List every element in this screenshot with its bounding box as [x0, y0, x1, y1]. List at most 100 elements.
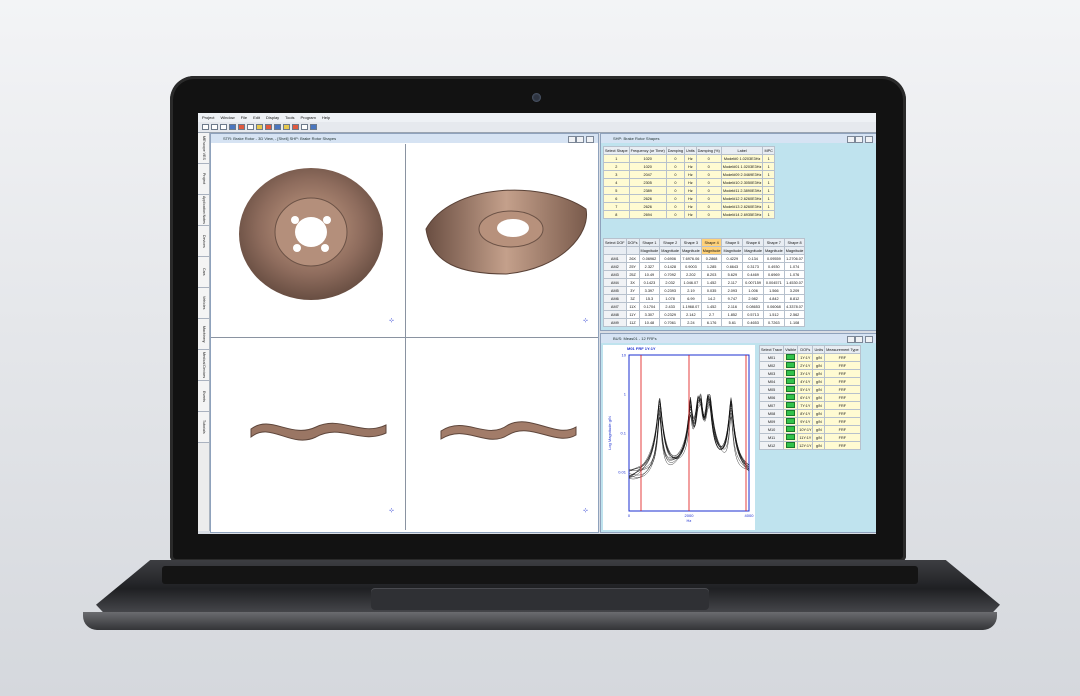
table-cell[interactable]: AM4	[603, 278, 627, 287]
column-header[interactable]: Label	[720, 146, 764, 155]
table-cell[interactable]	[783, 409, 799, 418]
table-cell[interactable]: AM1	[603, 254, 627, 263]
table-cell[interactable]	[783, 401, 799, 410]
vertical-tab[interactable]: Events	[198, 381, 209, 412]
table-row[interactable]: AM7 11X 0.1704 2.433 1.1968.07 1.452 2.116 0.08…	[603, 302, 806, 311]
visible-toggle[interactable]	[786, 442, 796, 448]
print-icon[interactable]	[229, 124, 236, 130]
table-row[interactable]: M07 7Y:1Y g/N FRF	[758, 401, 861, 410]
visible-toggle[interactable]	[786, 362, 796, 368]
column-header[interactable]: Shape 7	[762, 238, 785, 247]
vertical-tab[interactable]: ME'scope VES	[198, 133, 209, 164]
column-header[interactable]: Select DOF	[603, 238, 627, 247]
maximize-icon[interactable]	[576, 136, 584, 143]
select-shape-cell[interactable]: 7	[603, 202, 630, 211]
close-icon[interactable]	[865, 136, 873, 143]
column-header[interactable]: Units	[683, 146, 697, 155]
table-row[interactable]: 8 2694 0 Hz 0 Model#14 2.6935E3Hz 1	[603, 210, 775, 219]
table-row[interactable]: AM9 11Z 10.48 0.7061 2.24 6.176 5.61 0.4653 0.72…	[603, 318, 806, 327]
column-header[interactable]: Shape 4	[700, 238, 723, 247]
table-cell[interactable]: AM6	[603, 294, 627, 303]
view3d-canvas[interactable]: ⊹ ⊹ ⊹ ⊹	[211, 144, 598, 530]
column-header[interactable]: Shape 3	[680, 238, 702, 247]
table-row[interactable]: AM4 3X 0.1423 2.032 1.046.07 1.452 2.117 0.0071…	[603, 278, 806, 287]
table-row[interactable]: AM5 3Y 3.397 0.2393 2.19 0.035 2.093 1.006 1.566…	[603, 286, 806, 295]
vertical-tab[interactable]: Devices	[198, 226, 209, 257]
table-cell[interactable]	[783, 385, 799, 394]
select-shape-cell[interactable]: 8	[603, 210, 630, 219]
minimize-icon[interactable]	[847, 136, 855, 143]
table-row[interactable]: M01 1Y:1Y g/N FRF	[758, 353, 861, 362]
visible-toggle[interactable]	[786, 418, 796, 424]
minimize-icon[interactable]	[847, 336, 855, 343]
column-header[interactable]: Units	[812, 345, 826, 354]
table-cell[interactable]	[783, 369, 799, 378]
column-header[interactable]: Measurement Type	[824, 345, 861, 354]
visible-toggle[interactable]	[786, 426, 796, 432]
select-shape-cell[interactable]: 3	[603, 170, 630, 179]
table-cell[interactable]	[783, 441, 799, 450]
frf-chart[interactable]: M01 FRF 1Y:1Y 10 1 0.1 0.01 0 2000 4000 Hz Log M…	[603, 345, 755, 530]
table-cell[interactable]	[783, 417, 799, 426]
table-cell[interactable]: M11	[758, 433, 785, 442]
menu-item-edit[interactable]: Edit	[253, 113, 260, 122]
visible-toggle[interactable]	[786, 370, 796, 376]
table-cell[interactable]: M05	[758, 385, 785, 394]
table-row[interactable]: M09 9Y:1Y g/N FRF	[758, 417, 861, 426]
vertical-tab[interactable]: Tutorials	[198, 412, 209, 443]
visible-toggle[interactable]	[786, 354, 796, 360]
column-header[interactable]: DOFs	[625, 238, 640, 247]
draw-icon[interactable]	[247, 124, 254, 130]
vertical-tab[interactable]: Cars	[198, 257, 209, 288]
column-header[interactable]: Shape 1	[638, 238, 661, 247]
table-cell[interactable]	[783, 353, 799, 362]
table-row[interactable]: AM2 25Y 2.327 0.1428 0.9003 1.285 0.6643 0.3173…	[603, 262, 806, 271]
column-header[interactable]: Select Trace	[758, 345, 785, 354]
table-cell[interactable]: AM3	[603, 270, 627, 279]
table-row[interactable]: AM8 11Y 3.307 0.2329 2.142 2.7 1.852 0.5713 1.51…	[603, 310, 806, 319]
column-header[interactable]: Damping	[665, 146, 685, 155]
vertical-tab[interactable]: Machinery	[198, 319, 209, 350]
vertical-tab[interactable]: Medical Devices	[198, 350, 209, 381]
chart-icon[interactable]	[274, 124, 281, 130]
table-cell[interactable]: M02	[758, 361, 785, 370]
table-row[interactable]: 6 2626 0 Hz 0 Model#12 2.6260E3Hz 1	[603, 194, 775, 203]
column-header[interactable]: Shape 5	[721, 238, 744, 247]
select-shape-cell[interactable]: 6	[603, 194, 630, 203]
table-cell[interactable]: M12	[758, 441, 785, 450]
select-shape-cell[interactable]: 1	[603, 154, 630, 163]
table-cell[interactable]	[783, 377, 799, 386]
table-cell[interactable]	[783, 393, 799, 402]
visible-toggle[interactable]	[786, 378, 796, 384]
table-row[interactable]: M03 3Y:1Y g/N FRF	[758, 369, 861, 378]
table-row[interactable]: 4 2305 0 Hz 0 Model#10 2.3050E3Hz 1	[603, 178, 775, 187]
table-icon[interactable]	[283, 124, 290, 130]
table-cell[interactable]: M10	[758, 425, 785, 434]
table-cell[interactable]: M09	[758, 417, 785, 426]
maximize-icon[interactable]	[855, 336, 863, 343]
table-row[interactable]: 3 2047 0 Hz 0 Model#09 2.0469E3Hz 1	[603, 170, 775, 179]
table-row[interactable]: 7 2626 0 Hz 0 Model#13 2.6260E3Hz 1	[603, 202, 775, 211]
table-row[interactable]: M11 11Y:1Y g/N FRF	[758, 433, 861, 442]
table-cell[interactable]	[783, 425, 799, 434]
rotate-icon[interactable]	[292, 124, 299, 130]
visible-toggle[interactable]	[786, 434, 796, 440]
close-icon[interactable]	[865, 336, 873, 343]
menu-item-file[interactable]: File	[241, 113, 247, 122]
visible-toggle[interactable]	[786, 410, 796, 416]
vertical-tab[interactable]: Project	[198, 164, 209, 195]
table-cell[interactable]: M07	[758, 401, 785, 410]
select-shape-cell[interactable]: 5	[603, 186, 630, 195]
table-row[interactable]: 1 1020 0 Hz 0 Model#0 1.0203E3Hz 1	[603, 154, 775, 163]
table-cell[interactable]: AM8	[603, 310, 627, 319]
column-header[interactable]: Shape 2	[659, 238, 682, 247]
table-cell[interactable]	[783, 361, 799, 370]
table-cell[interactable]: AM7	[603, 302, 627, 311]
menu-item-window[interactable]: Window	[220, 113, 234, 122]
table-row[interactable]: M02 2Y:1Y g/N FRF	[758, 361, 861, 370]
table-row[interactable]: AM1 26X 0.06962 0.6906 7.6976.06 0.2868 0.4229…	[603, 254, 806, 263]
table-row[interactable]: 2 1020 0 Hz 0 Model#01 1.0203E3Hz 1	[603, 162, 775, 171]
table-cell[interactable]	[783, 433, 799, 442]
vertical-tab[interactable]: Application Notes	[198, 195, 209, 226]
mode-icon[interactable]	[265, 124, 272, 130]
